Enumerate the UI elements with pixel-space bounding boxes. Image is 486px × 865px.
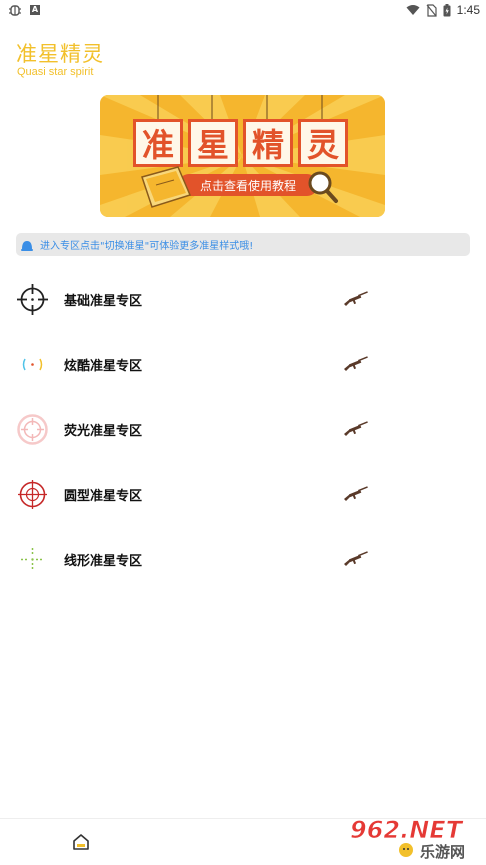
character-icon	[399, 843, 413, 857]
zone-list: 基础准星专区 炫酷准星专区 荧光准星专区 圆型准星专区 线形准星专区	[0, 267, 486, 592]
rifle-icon	[344, 291, 368, 306]
notification-badge-icon: A	[30, 5, 40, 15]
app-subtitle: Quasi star spirit	[17, 66, 94, 78]
zone-label: 圆型准星专区	[64, 489, 143, 504]
battery-icon	[443, 3, 451, 16]
banner-caption: 点击查看使用教程	[200, 178, 296, 193]
clock: 1:45	[456, 3, 480, 17]
notice-text: 进入专区点击"切换准星"可体验更多准星样式哦!	[40, 241, 254, 252]
debug-icon	[9, 5, 21, 16]
notice-bar: 进入专区点击"切换准星"可体验更多准星样式哦!	[16, 233, 470, 256]
home-icon[interactable]	[72, 833, 90, 851]
no-sim-icon	[426, 3, 437, 17]
tutorial-banner[interactable]: 准 星 精 灵 点击查看使用教程	[100, 95, 385, 217]
zone-item-cool[interactable]: 炫酷准星专区	[0, 332, 486, 397]
zone-item-basic[interactable]: 基础准星专区	[0, 267, 486, 332]
banner-char-1: 准	[142, 126, 174, 164]
crosshair-line-icon	[21, 548, 44, 571]
zone-item-line[interactable]: 线形准星专区	[0, 527, 486, 592]
crosshair-round-icon	[18, 480, 47, 509]
status-bar: A 1:45	[0, 0, 486, 22]
watermark-site: 乐游网	[420, 843, 465, 860]
zone-label: 线形准星专区	[64, 554, 143, 569]
watermark-brand: 962.NET	[350, 816, 464, 844]
zone-label: 荧光准星专区	[64, 424, 143, 439]
banner-char-3: 精	[252, 126, 284, 164]
wifi-icon	[406, 5, 420, 15]
announcement-icon	[21, 240, 33, 251]
crosshair-glow-icon	[17, 414, 48, 445]
crosshair-basic-icon	[17, 284, 48, 315]
rifle-icon	[344, 356, 368, 371]
rifle-icon	[344, 486, 368, 501]
site-watermark: 962.NET 乐游网	[346, 812, 480, 861]
banner-char-4: 灵	[307, 126, 339, 164]
zone-label: 炫酷准星专区	[64, 359, 143, 374]
app-title: 准星精灵	[16, 42, 104, 66]
rifle-icon	[344, 551, 368, 566]
banner-char-2: 星	[197, 126, 229, 164]
zone-item-glow[interactable]: 荧光准星专区	[0, 397, 486, 462]
zone-label: 基础准星专区	[64, 294, 143, 309]
crosshair-cool-icon	[22, 358, 43, 371]
zone-item-round[interactable]: 圆型准星专区	[0, 462, 486, 527]
rifle-icon	[344, 421, 368, 436]
